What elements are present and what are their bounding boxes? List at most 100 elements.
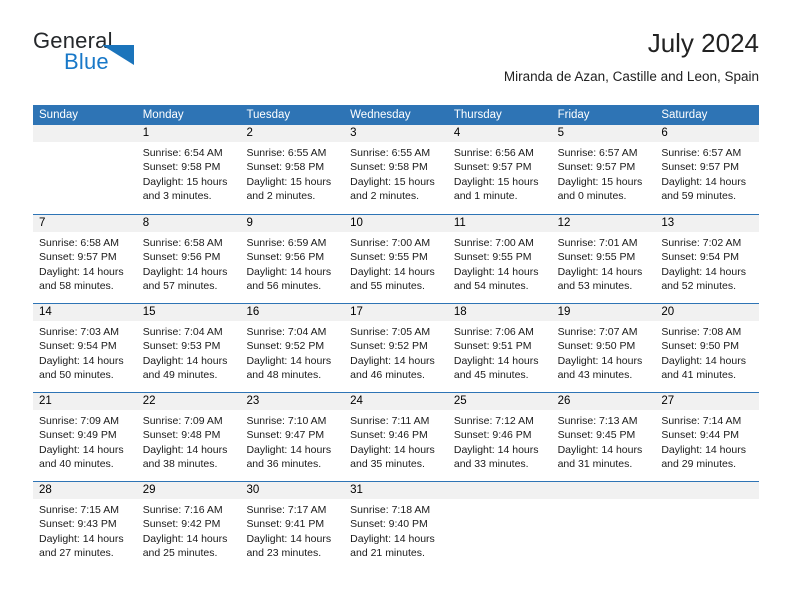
day-cell[interactable]: 16 Sunrise: 7:04 AM Sunset: 9:52 PM Dayl…	[240, 304, 345, 392]
daylight-line2: and 54 minutes.	[453, 279, 529, 292]
day-cell[interactable]: 24 Sunrise: 7:11 AM Sunset: 9:46 PM Dayl…	[344, 393, 448, 481]
daylight-line1: Daylight: 14 hours	[142, 354, 228, 367]
sunset-text: Sunset: 9:44 PM	[661, 429, 739, 442]
brand-logo[interactable]: General Blue	[33, 28, 233, 90]
sunset-text: Sunset: 9:49 PM	[39, 429, 117, 442]
day-cell[interactable]	[655, 482, 760, 570]
day-cell[interactable]: 17 Sunrise: 7:05 AM Sunset: 9:52 PM Dayl…	[344, 304, 448, 392]
day-number: 12	[551, 215, 656, 232]
day-number: 2	[240, 125, 345, 142]
day-info: Sunrise: 7:00 AM Sunset: 9:55 PM Dayligh…	[344, 232, 448, 293]
day-number	[551, 482, 656, 499]
sunrise-text: Sunrise: 7:17 AM	[246, 504, 327, 516]
day-info: Sunrise: 7:07 AM Sunset: 9:50 PM Dayligh…	[552, 321, 656, 382]
day-cell[interactable]: 26 Sunrise: 7:13 AM Sunset: 9:45 PM Dayl…	[551, 393, 656, 481]
title-block: July 2024 Miranda de Azan, Castille and …	[504, 28, 759, 86]
day-info: Sunrise: 7:10 AM Sunset: 9:47 PM Dayligh…	[240, 410, 344, 471]
day-cell[interactable]: 27 Sunrise: 7:14 AM Sunset: 9:44 PM Dayl…	[655, 393, 760, 481]
sunset-text: Sunset: 9:41 PM	[246, 518, 325, 531]
daylight-line1: Daylight: 15 hours	[350, 175, 435, 188]
day-cell[interactable]: 10 Sunrise: 7:00 AM Sunset: 9:55 PM Dayl…	[344, 215, 448, 303]
day-cell[interactable]: 11 Sunrise: 7:00 AM Sunset: 9:55 PM Dayl…	[447, 215, 552, 303]
week-row: 21 Sunrise: 7:09 AM Sunset: 9:49 PM Dayl…	[33, 392, 760, 481]
day-cell[interactable]: 19 Sunrise: 7:07 AM Sunset: 9:50 PM Dayl…	[551, 304, 656, 392]
day-cell[interactable]: 31 Sunrise: 7:18 AM Sunset: 9:40 PM Dayl…	[344, 482, 448, 570]
day-info: Sunrise: 7:03 AM Sunset: 9:54 PM Dayligh…	[33, 321, 137, 382]
daylight-line2: and 50 minutes.	[39, 368, 114, 381]
daylight-line2: and 46 minutes.	[350, 368, 425, 381]
day-cell[interactable]: 23 Sunrise: 7:10 AM Sunset: 9:47 PM Dayl…	[240, 393, 345, 481]
day-number: 7	[33, 215, 137, 232]
sunset-text: Sunset: 9:51 PM	[453, 340, 532, 353]
day-cell[interactable]: 20 Sunrise: 7:08 AM Sunset: 9:50 PM Dayl…	[655, 304, 760, 392]
sunset-text: Sunset: 9:58 PM	[142, 161, 221, 174]
day-cell[interactable]	[33, 125, 137, 214]
daylight-line2: and 33 minutes.	[453, 457, 529, 470]
daylight-line2: and 1 minute.	[453, 189, 518, 202]
sunrise-text: Sunrise: 6:57 AM	[661, 147, 742, 159]
daylight-line1: Daylight: 14 hours	[453, 443, 539, 456]
day-number: 18	[447, 304, 552, 321]
sunrise-text: Sunrise: 7:13 AM	[557, 415, 638, 427]
daylight-line1: Daylight: 14 hours	[142, 443, 228, 456]
daylight-line1: Daylight: 14 hours	[350, 532, 435, 545]
day-cell[interactable]: 1 Sunrise: 6:54 AM Sunset: 9:58 PM Dayli…	[136, 125, 241, 214]
day-info	[448, 499, 552, 503]
sunset-text: Sunset: 9:56 PM	[246, 251, 325, 264]
day-cell[interactable]: 2 Sunrise: 6:55 AM Sunset: 9:58 PM Dayli…	[240, 125, 345, 214]
sunrise-text: Sunrise: 6:58 AM	[39, 237, 119, 249]
sunrise-text: Sunrise: 7:11 AM	[350, 415, 430, 427]
day-number: 19	[551, 304, 656, 321]
day-cell[interactable]: 8 Sunrise: 6:58 AM Sunset: 9:56 PM Dayli…	[136, 215, 241, 303]
day-cell[interactable]: 4 Sunrise: 6:56 AM Sunset: 9:57 PM Dayli…	[447, 125, 552, 214]
day-cell[interactable]: 29 Sunrise: 7:16 AM Sunset: 9:42 PM Dayl…	[136, 482, 241, 570]
day-cell[interactable]: 9 Sunrise: 6:59 AM Sunset: 9:56 PM Dayli…	[240, 215, 345, 303]
day-cell[interactable]: 3 Sunrise: 6:55 AM Sunset: 9:58 PM Dayli…	[344, 125, 448, 214]
day-cell[interactable]: 7 Sunrise: 6:58 AM Sunset: 9:57 PM Dayli…	[33, 215, 137, 303]
sunrise-text: Sunrise: 7:12 AM	[453, 415, 534, 427]
day-cell[interactable]: 12 Sunrise: 7:01 AM Sunset: 9:55 PM Dayl…	[551, 215, 656, 303]
weekday-thursday: Thursday	[453, 109, 502, 121]
day-number: 31	[344, 482, 448, 499]
day-number: 30	[240, 482, 345, 499]
daylight-line2: and 43 minutes.	[557, 368, 633, 381]
day-info: Sunrise: 6:56 AM Sunset: 9:57 PM Dayligh…	[448, 142, 552, 203]
day-info: Sunrise: 7:17 AM Sunset: 9:41 PM Dayligh…	[240, 499, 344, 560]
day-number: 11	[447, 215, 552, 232]
day-cell[interactable]: 25 Sunrise: 7:12 AM Sunset: 9:46 PM Dayl…	[447, 393, 552, 481]
weekday-wednesday: Wednesday	[350, 109, 411, 121]
daylight-line1: Daylight: 14 hours	[557, 354, 643, 367]
day-cell[interactable]: 22 Sunrise: 7:09 AM Sunset: 9:48 PM Dayl…	[136, 393, 241, 481]
day-cell[interactable]: 30 Sunrise: 7:17 AM Sunset: 9:41 PM Dayl…	[240, 482, 345, 570]
sunrise-text: Sunrise: 7:09 AM	[142, 415, 223, 427]
daylight-line1: Daylight: 14 hours	[350, 265, 435, 278]
day-info: Sunrise: 7:12 AM Sunset: 9:46 PM Dayligh…	[448, 410, 552, 471]
day-cell[interactable]: 14 Sunrise: 7:03 AM Sunset: 9:54 PM Dayl…	[33, 304, 137, 392]
day-info: Sunrise: 7:15 AM Sunset: 9:43 PM Dayligh…	[33, 499, 137, 560]
day-cell[interactable]: 28 Sunrise: 7:15 AM Sunset: 9:43 PM Dayl…	[33, 482, 137, 570]
sunset-text: Sunset: 9:54 PM	[661, 251, 739, 264]
daylight-line2: and 0 minutes.	[557, 189, 627, 202]
daylight-line2: and 2 minutes.	[246, 189, 316, 202]
daylight-line2: and 52 minutes.	[661, 279, 737, 292]
day-cell[interactable]	[447, 482, 552, 570]
day-cell[interactable]: 6 Sunrise: 6:57 AM Sunset: 9:57 PM Dayli…	[655, 125, 760, 214]
day-info: Sunrise: 7:00 AM Sunset: 9:55 PM Dayligh…	[448, 232, 552, 293]
sunrise-text: Sunrise: 7:08 AM	[661, 326, 742, 338]
daylight-line1: Daylight: 14 hours	[557, 265, 643, 278]
weekday-saturday: Saturday	[661, 109, 708, 121]
daylight-line1: Daylight: 14 hours	[39, 265, 124, 278]
sunset-text: Sunset: 9:58 PM	[350, 161, 428, 174]
daylight-line2: and 45 minutes.	[453, 368, 529, 381]
day-cell[interactable]: 5 Sunrise: 6:57 AM Sunset: 9:57 PM Dayli…	[551, 125, 656, 214]
sunrise-text: Sunrise: 7:01 AM	[557, 237, 638, 249]
day-info: Sunrise: 6:55 AM Sunset: 9:58 PM Dayligh…	[240, 142, 344, 203]
day-cell[interactable]	[551, 482, 656, 570]
daylight-line2: and 59 minutes.	[661, 189, 737, 202]
day-cell[interactable]: 15 Sunrise: 7:04 AM Sunset: 9:53 PM Dayl…	[136, 304, 241, 392]
daylight-line2: and 41 minutes.	[661, 368, 737, 381]
day-cell[interactable]: 13 Sunrise: 7:02 AM Sunset: 9:54 PM Dayl…	[655, 215, 760, 303]
sunrise-text: Sunrise: 7:18 AM	[350, 504, 431, 516]
day-cell[interactable]: 21 Sunrise: 7:09 AM Sunset: 9:49 PM Dayl…	[33, 393, 137, 481]
day-cell[interactable]: 18 Sunrise: 7:06 AM Sunset: 9:51 PM Dayl…	[447, 304, 552, 392]
